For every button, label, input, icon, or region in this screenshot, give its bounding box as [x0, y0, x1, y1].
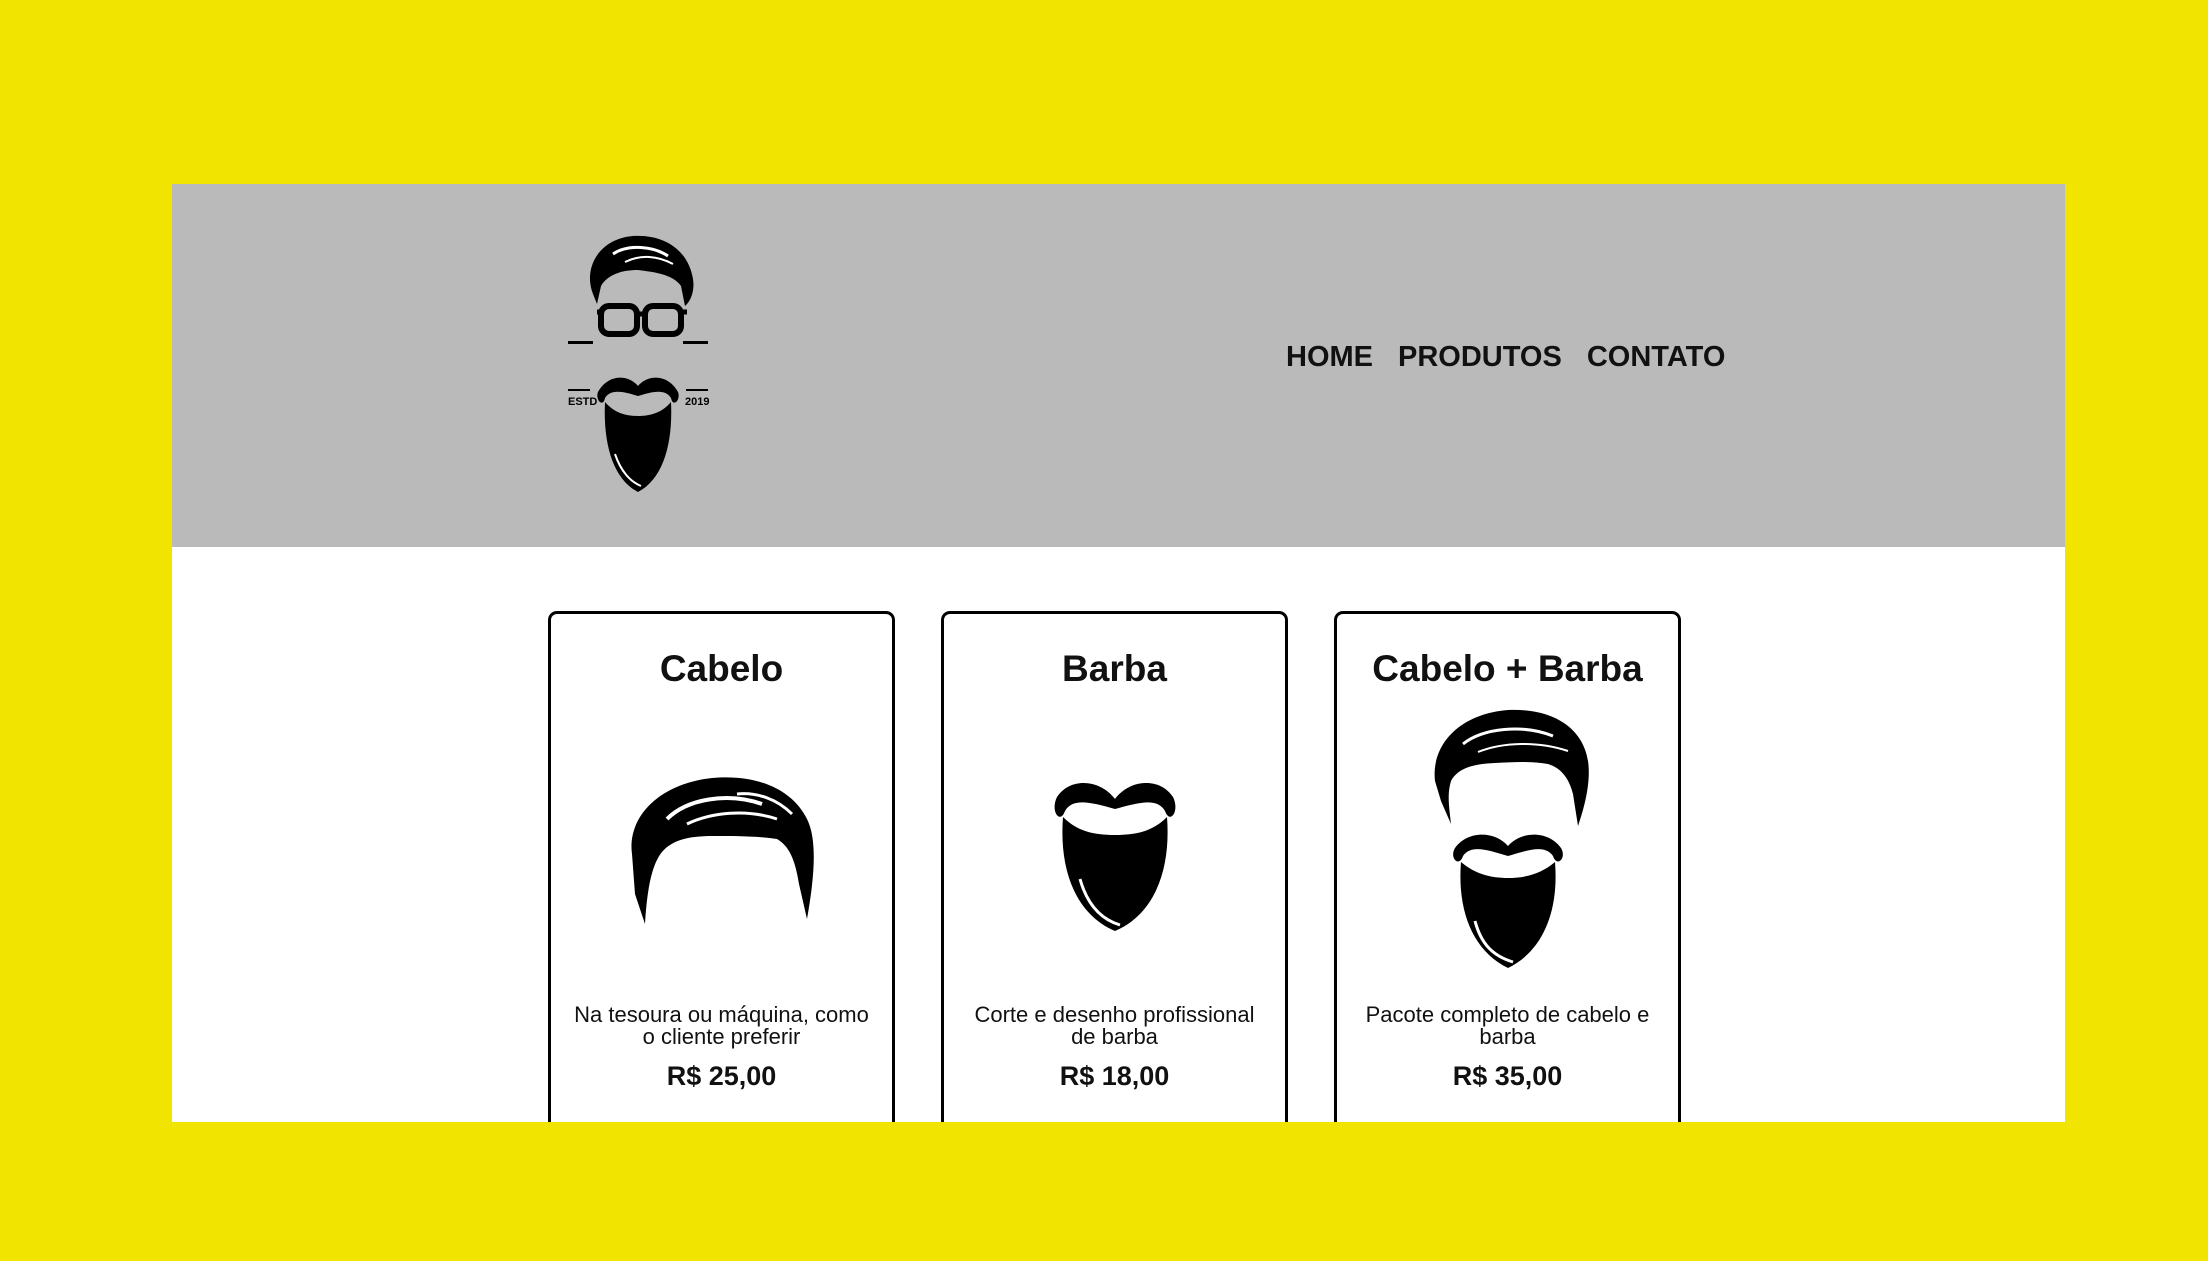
- product-price: R$ 35,00: [1452, 1061, 1563, 1091]
- hair-and-beard-icon-container: [1337, 706, 1678, 976]
- nav-contato-link[interactable]: CONTATO: [1587, 341, 1726, 374]
- main-nav: HOME PRODUTOS CONTATO: [1286, 341, 1725, 374]
- product-title: Cabelo + Barba: [1372, 648, 1643, 689]
- product-price: R$ 18,00: [1059, 1061, 1170, 1091]
- hair-icon-container: [551, 764, 892, 934]
- product-description: Na tesoura ou máquina, como o cliente pr…: [574, 1002, 869, 1049]
- hair-icon: [630, 777, 814, 924]
- beard-icon: [1054, 782, 1175, 931]
- nav-home-link[interactable]: HOME: [1286, 341, 1373, 374]
- hair-and-beard-icon: [1434, 709, 1589, 968]
- logo-estd-text: ESTD: [568, 396, 597, 408]
- product-card-cabelo-barba[interactable]: Cabelo + Barba Pacote completo de cabelo…: [1334, 611, 1681, 1122]
- product-title: Cabelo: [659, 648, 784, 689]
- nav-produtos-link[interactable]: PRODUTOS: [1398, 341, 1562, 374]
- product-card-cabelo[interactable]: Cabelo Na tesoura ou máquina, como o cli…: [548, 611, 895, 1122]
- product-price: R$ 25,00: [666, 1061, 777, 1091]
- product-card-barba[interactable]: Barba Corte e desenho profissional de ba…: [941, 611, 1288, 1122]
- product-title: Barba: [1062, 648, 1167, 689]
- beard-icon-container: [944, 759, 1285, 939]
- logo-year-text: 2019: [685, 396, 709, 408]
- product-description: Pacote completo de cabelo e barba: [1365, 1002, 1650, 1049]
- site-header: ESTD 2019 HOME PRODUTOS CONTATO: [172, 184, 2065, 547]
- barber-logo-icon[interactable]: ESTD 2019: [553, 224, 723, 504]
- page-container: ESTD 2019 HOME PRODUTOS CONTATO Cabelo N…: [172, 184, 2065, 1122]
- product-description: Corte e desenho profissional de barba: [974, 1002, 1255, 1049]
